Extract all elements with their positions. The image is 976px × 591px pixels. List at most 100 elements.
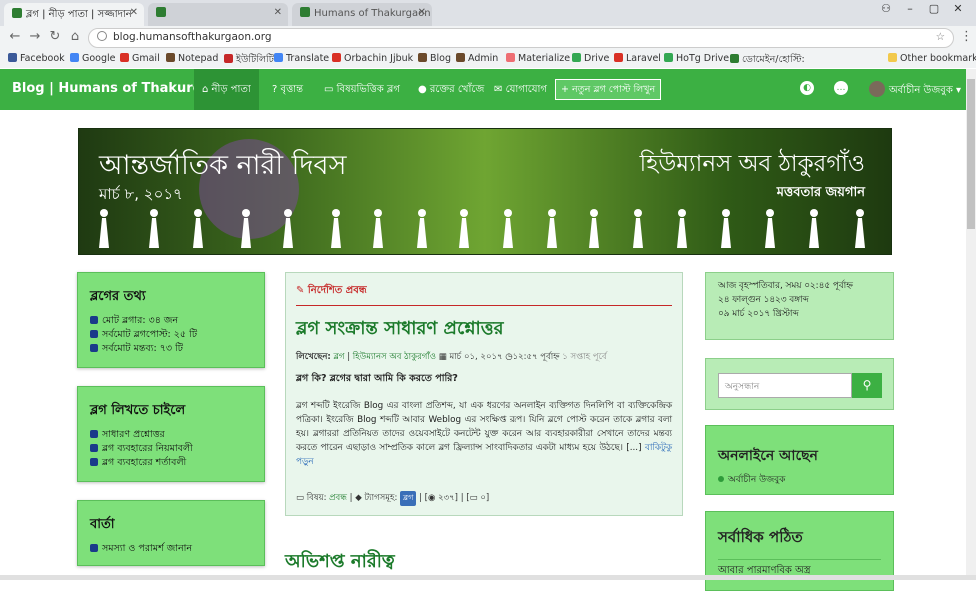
bookmark-orbachin[interactable]: Orbachin Jjbuk bbox=[332, 53, 413, 64]
maximize-icon[interactable]: ▢ bbox=[924, 2, 944, 20]
home-icon[interactable]: ⌂ bbox=[66, 29, 84, 47]
link-rules[interactable]: ব্লগ ব্যবহারের নিয়মাবলী bbox=[90, 442, 252, 456]
nav-label: যোগাযোগ bbox=[505, 84, 547, 95]
woman-figure-icon bbox=[763, 209, 777, 249]
nav-blood[interactable]: ● রক্তের খোঁজে bbox=[418, 82, 484, 99]
youtube-icon bbox=[332, 53, 341, 62]
bookmark-blog[interactable]: Blog bbox=[418, 53, 451, 64]
stat-text: সর্বমোট ব্লগপোস্ট: ২৫ টি bbox=[102, 329, 197, 340]
bookmark-drive[interactable]: Drive bbox=[572, 53, 609, 64]
close-icon[interactable]: ✕ bbox=[418, 7, 426, 18]
star-icon[interactable]: ☆ bbox=[936, 31, 945, 43]
browser-chrome: ব্লগ | নীড় পাতা | সজ্জাদান ✕ ✕ Humans of… bbox=[0, 0, 976, 68]
reload-icon[interactable]: ↻ bbox=[46, 29, 64, 47]
date-box: আজ বৃহস্পতিবার, সময় ০২:৪৫ পূর্বাহ্ন ২৪ … bbox=[705, 272, 894, 340]
link-faq[interactable]: সাধারণ প্রশ্নোত্তর bbox=[90, 428, 252, 442]
close-window-icon[interactable]: ✕ bbox=[948, 2, 968, 20]
bookmark-facebook[interactable]: Facebook bbox=[8, 53, 65, 64]
woman-figure-icon bbox=[147, 209, 161, 249]
woman-figure-icon bbox=[631, 209, 645, 249]
banner-date: মার্চ ৮, ২০১৭ bbox=[99, 185, 183, 203]
bookmark-laravel[interactable]: Laravel bbox=[614, 53, 661, 64]
bookmark-gmail[interactable]: Gmail bbox=[120, 53, 160, 64]
bookmark-label: ডোমেইন/হোস্টি: bbox=[742, 54, 805, 65]
subject-link[interactable]: প্রবন্ধ bbox=[329, 493, 347, 503]
next-article-title[interactable]: অভিশপ্ত নারীত্ব bbox=[285, 547, 395, 578]
new-post-button[interactable]: + নতুন ব্লগ পোস্ট লিখুন bbox=[555, 79, 662, 100]
tag-badge[interactable]: ব্লগ bbox=[400, 491, 417, 506]
scrollbar[interactable] bbox=[966, 69, 976, 580]
bookmark-google[interactable]: Google bbox=[70, 53, 116, 64]
bookmark-label: Materialize bbox=[518, 53, 571, 64]
question-icon bbox=[90, 430, 98, 438]
tab-humans[interactable]: Humans of Thakurgaon ✕ bbox=[292, 3, 432, 26]
nav-label: নীড় পাতা bbox=[211, 84, 251, 95]
link-terms[interactable]: ব্লগ ব্যবহারের শর্তাবলী bbox=[90, 456, 252, 470]
message-title: বার্তা bbox=[90, 517, 115, 532]
link-feedback[interactable]: সমস্যা ও পরামর্শ জানান bbox=[90, 542, 252, 556]
user-menu[interactable]: অর্বাচীন উজবুক ▾ bbox=[869, 81, 961, 100]
menu-icon[interactable]: ⋮ bbox=[960, 29, 973, 44]
date-line: ০৯ মার্চ ২০১৭ খ্রিস্টাব্দ bbox=[718, 309, 799, 319]
nav-label: বৃত্তান্ত bbox=[280, 84, 304, 95]
nav-contact[interactable]: ✉ যোগাযোগ bbox=[494, 82, 547, 99]
article-title[interactable]: ব্লগ সংক্রান্ত সাধারণ প্রশ্নোত্তর bbox=[296, 314, 672, 345]
bookmark-label: Other bookmarks bbox=[900, 53, 976, 64]
question-icon: ? bbox=[272, 84, 281, 95]
blog-info-box: ব্লগের তথ্য মোট ব্লগার: ৩৪ জন সর্বমোট ব্… bbox=[77, 272, 265, 368]
tab-blog-home[interactable]: ব্লগ | নীড় পাতা | সজ্জাদান ✕ bbox=[4, 3, 144, 26]
scrollbar-thumb[interactable] bbox=[967, 79, 975, 229]
woman-figure-icon bbox=[719, 209, 733, 249]
article-footer: ▭ বিষয়: প্রবন্ধ | ◆ ট্যাগসমূহ: ব্লগ | [… bbox=[296, 491, 489, 506]
info-icon[interactable] bbox=[97, 31, 107, 41]
bookmark-notepad[interactable]: Notepad bbox=[166, 53, 218, 64]
close-icon[interactable]: ✕ bbox=[274, 7, 282, 18]
bookmark-other[interactable]: Other bookmarks bbox=[888, 53, 976, 64]
bookmark-label: Google bbox=[82, 53, 116, 64]
woman-figure-icon bbox=[675, 209, 689, 249]
bookmark-hotg-drive[interactable]: HoTg Drive bbox=[664, 53, 729, 64]
tab-second[interactable]: ✕ bbox=[148, 3, 288, 26]
profile-icon[interactable]: ⚇ bbox=[876, 2, 896, 20]
bookmark-label: Drive bbox=[584, 53, 610, 64]
comment-icon: ▭ bbox=[469, 493, 478, 503]
bookmark-admin[interactable]: Admin bbox=[456, 53, 498, 64]
nav-categories[interactable]: ▭ বিষয়ভিত্তিক ব্লগ bbox=[324, 82, 400, 99]
rules-icon bbox=[90, 444, 98, 452]
search-icon[interactable]: ⚲ bbox=[852, 373, 882, 398]
back-icon[interactable]: ← bbox=[6, 29, 24, 47]
bookmark-domain[interactable]: ডোমেইন/হোস্টি: bbox=[730, 53, 805, 68]
drop-icon: ● bbox=[418, 84, 430, 95]
drive-icon bbox=[572, 53, 581, 62]
folder-icon: ▭ bbox=[324, 84, 337, 95]
meta-category[interactable]: ব্লগ bbox=[334, 352, 345, 362]
total-bloggers: মোট ব্লগার: ৩৪ জন bbox=[90, 314, 252, 328]
nav-label: বিষয়ভিত্তিক ব্লগ bbox=[336, 84, 400, 95]
address-row: ← → ↻ ⌂ blog.humansofthakurgaon.org ☆ ⋮ bbox=[0, 26, 976, 50]
search-input[interactable]: অনুসন্ধান bbox=[718, 373, 852, 398]
nav-about[interactable]: ? বৃত্তান্ত bbox=[272, 82, 303, 99]
link-text: ব্লগ ব্যবহারের নিয়মাবলী bbox=[102, 443, 193, 454]
woman-figure-icon bbox=[239, 209, 253, 249]
forward-icon[interactable]: → bbox=[26, 29, 44, 47]
address-bar[interactable]: blog.humansofthakurgaon.org ☆ bbox=[88, 28, 954, 48]
woman-figure-icon bbox=[191, 209, 205, 249]
bookmark-utility[interactable]: ইউটিলিটি bbox=[224, 53, 274, 68]
globe-icon[interactable]: ◐ bbox=[800, 81, 814, 95]
nav-home[interactable]: ⌂ নীড় পাতা bbox=[194, 69, 259, 110]
meta-author[interactable]: হিউম্যানস অব ঠাকুরগাঁও bbox=[353, 352, 436, 362]
bookmark-translate[interactable]: Translate bbox=[274, 53, 329, 64]
user-name: অর্বাচীন উজবুক bbox=[889, 85, 953, 96]
url-text: blog.humansofthakurgaon.org bbox=[113, 31, 272, 43]
bookmark-materialize[interactable]: Materialize bbox=[506, 53, 570, 64]
link-text: ব্লগ ব্যবহারের শর্তাবলী bbox=[102, 457, 187, 468]
date-line: আজ বৃহস্পতিবার, সময় ০২:৪৫ পূর্বাহ্ন bbox=[718, 281, 853, 291]
chat-icon[interactable]: … bbox=[834, 81, 848, 95]
mail-icon: ✉ bbox=[494, 84, 506, 95]
close-icon[interactable]: ✕ bbox=[130, 7, 138, 18]
article-meta: লিখেছেন: ব্লগ | হিউম্যানস অব ঠাকুরগাঁও ▦… bbox=[296, 352, 607, 362]
featured-text: নির্দেশিত প্রবন্ধ bbox=[307, 285, 367, 296]
online-user[interactable]: অর্বাচীন উজবুক bbox=[718, 472, 881, 487]
woman-figure-icon bbox=[545, 209, 559, 249]
minimize-icon[interactable]: – bbox=[900, 2, 920, 20]
